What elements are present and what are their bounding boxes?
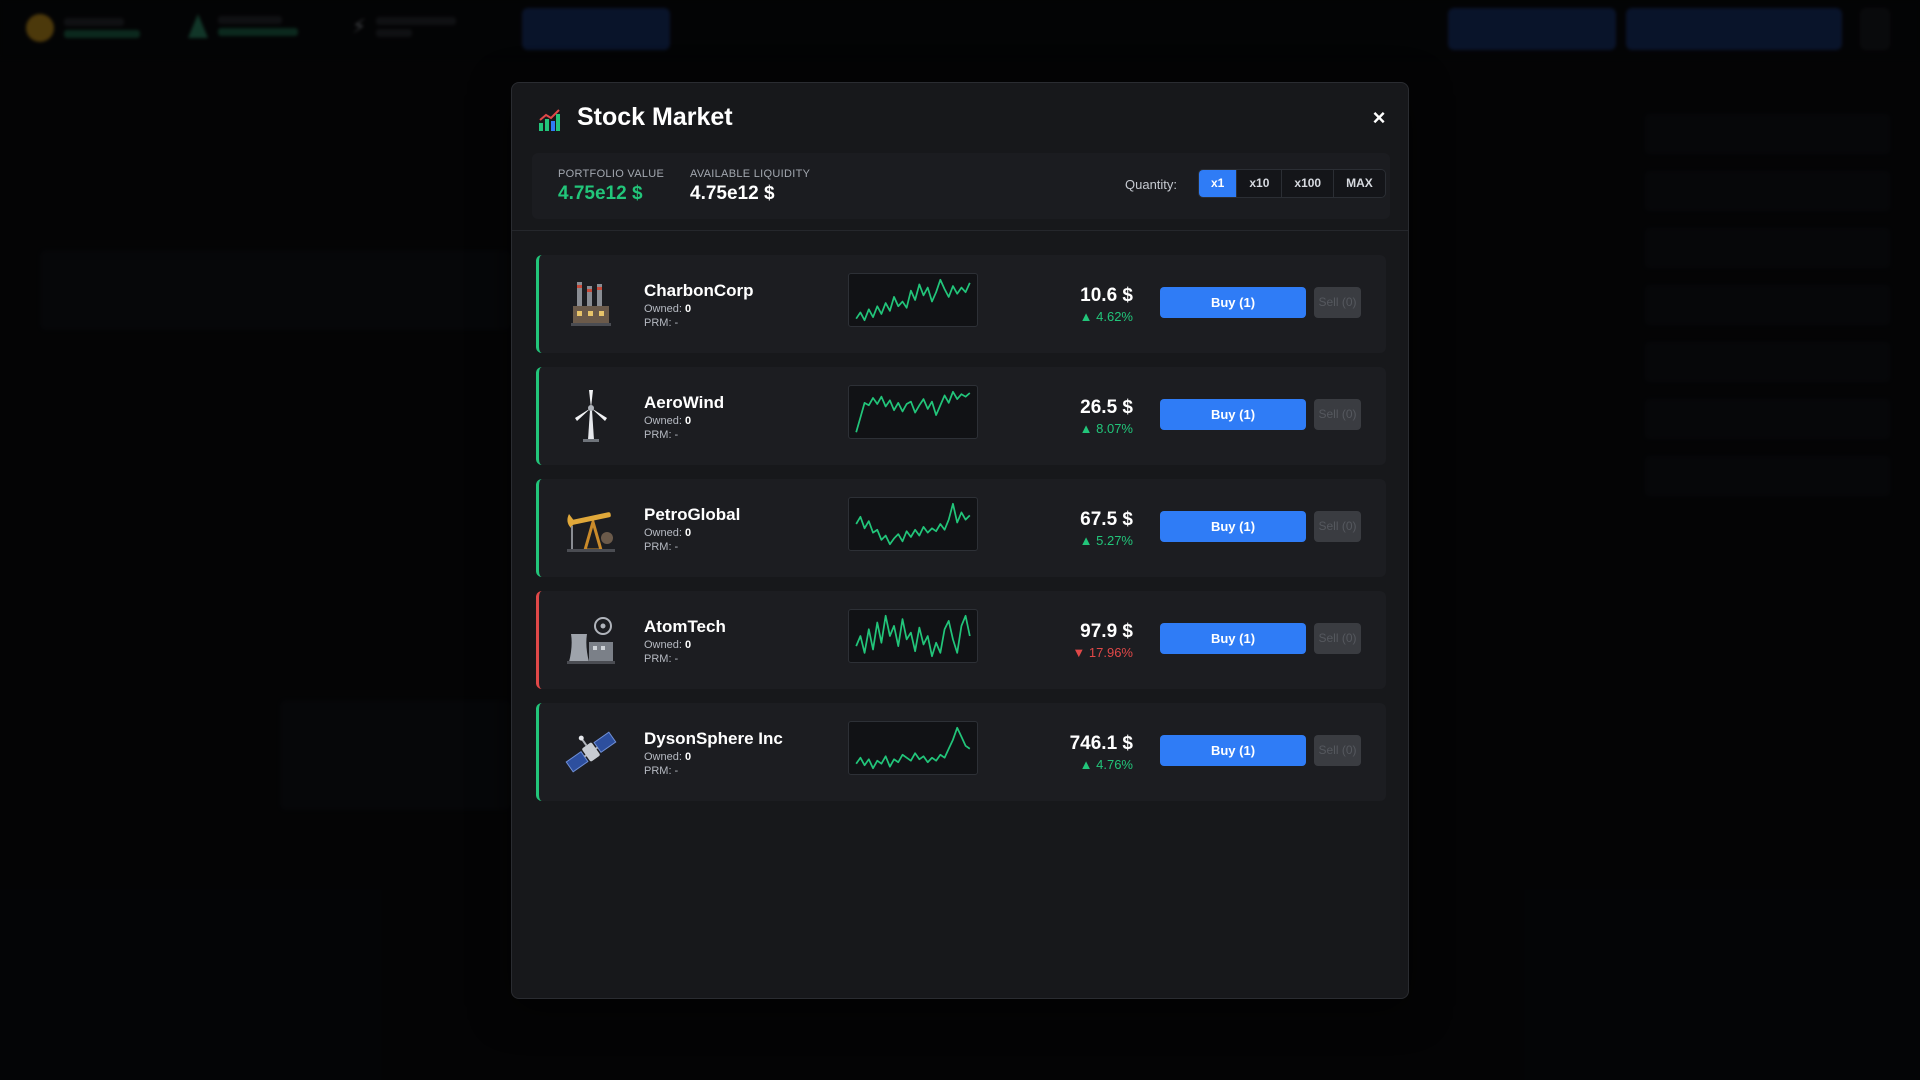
stock-price: 67.5 $ [1080,509,1133,530]
sparkline-line [855,502,971,546]
stock-owned: Owned: 0 [644,751,692,763]
stock-sparkline [848,721,978,775]
divider [512,230,1408,231]
stock-prm: PRM: - [644,541,679,553]
stock-owned: Owned: 0 [644,639,692,651]
stock-price: 97.9 $ [1080,621,1133,642]
sparkline-line [855,614,971,658]
stock-price: 26.5 $ [1080,397,1133,418]
nuclear-plant-icon [567,617,615,664]
buy-button[interactable]: Buy (1) [1160,287,1306,318]
stock-change: ▼ 17.96% [1072,645,1133,660]
chart-icon [539,109,560,131]
stock-sparkline [848,609,978,663]
sell-button[interactable]: Sell (0) [1314,735,1361,766]
stock-row-dysonsphere: DysonSphere Inc Owned: 0 PRM: - 746.1 $ … [536,703,1386,801]
liquidity-label: AVAILABLE LIQUIDITY [690,168,811,180]
buy-button[interactable]: Buy (1) [1160,735,1306,766]
stock-prm: PRM: - [644,765,679,777]
stock-name: PetroGlobal [644,505,741,524]
close-button[interactable]: × [1366,105,1392,131]
satellite-icon [565,731,617,773]
stock-change: ▲ 4.76% [1079,757,1133,772]
stock-row-petroglobal: PetroGlobal Owned: 0 PRM: - 67.5 $ ▲ 5.2… [536,479,1386,577]
stock-name: DysonSphere Inc [644,729,783,748]
quantity-x100-button[interactable]: x100 [1282,170,1335,197]
stock-sparkline [848,497,978,551]
stock-name: AtomTech [644,617,726,636]
stock-prm: PRM: - [644,317,679,329]
portfolio-value: 4.75e12 $ [558,183,643,204]
stock-name: AeroWind [644,393,725,412]
stock-row-charboncorp: CharbonCorp Owned: 0 PRM: - 10.6 $ ▲ 4.6… [536,255,1386,353]
sparkline-line [855,390,971,433]
oil-pump-icon [567,512,615,552]
quantity-max-button[interactable]: MAX [1334,170,1385,197]
portfolio-value-block: PORTFOLIO VALUE 4.75e12 $ [558,168,664,205]
stock-row-atomtech: AtomTech Owned: 0 PRM: - 97.9 $ ▼ 17.96%… [536,591,1386,689]
stock-owned: Owned: 0 [644,415,692,427]
stock-change: ▲ 8.07% [1079,421,1133,436]
liquidity-value: 4.75e12 $ [690,183,775,204]
modal-title: Stock Market [577,103,733,131]
stock-sparkline [848,385,978,439]
sparkline-line [855,726,971,770]
stock-price: 10.6 $ [1080,285,1133,306]
sell-button[interactable]: Sell (0) [1314,623,1361,654]
stock-change: ▲ 4.62% [1079,309,1133,324]
stock-list: CharbonCorp Owned: 0 PRM: - 10.6 $ ▲ 4.6… [536,255,1386,815]
buy-button[interactable]: Buy (1) [1160,511,1306,542]
modal-header: Stock Market × [512,83,1408,153]
stock-owned: Owned: 0 [644,303,692,315]
wind-turbine-icon [575,390,607,442]
stock-prm: PRM: - [644,653,679,665]
stock-price: 746.1 $ [1069,733,1133,754]
quantity-selector: x1 x10 x100 MAX [1198,169,1386,198]
stock-market-modal: Stock Market × PORTFOLIO VALUE 4.75e12 $… [511,82,1409,999]
stock-sparkline [848,273,978,327]
stock-row-aerowind: AeroWind Owned: 0 PRM: - 26.5 $ ▲ 8.07% … [536,367,1386,465]
quantity-label: Quantity: [1125,177,1178,192]
quantity-x1-button[interactable]: x1 [1199,170,1238,197]
buy-button[interactable]: Buy (1) [1160,623,1306,654]
stock-owned: Owned: 0 [644,527,692,539]
sell-button[interactable]: Sell (0) [1314,399,1361,430]
stock-change: ▲ 5.27% [1079,533,1133,548]
stock-prm: PRM: - [644,429,679,441]
factory-icon [571,282,611,326]
portfolio-summary: PORTFOLIO VALUE 4.75e12 $ AVAILABLE LIQU… [532,153,1390,219]
quantity-x10-button[interactable]: x10 [1237,170,1283,197]
portfolio-value-label: PORTFOLIO VALUE [558,168,665,180]
buy-button[interactable]: Buy (1) [1160,399,1306,430]
sparkline-line [855,278,971,322]
sell-button[interactable]: Sell (0) [1314,511,1361,542]
sell-button[interactable]: Sell (0) [1314,287,1361,318]
liquidity-block: AVAILABLE LIQUIDITY 4.75e12 $ [690,168,810,205]
stock-name: CharbonCorp [644,281,754,300]
